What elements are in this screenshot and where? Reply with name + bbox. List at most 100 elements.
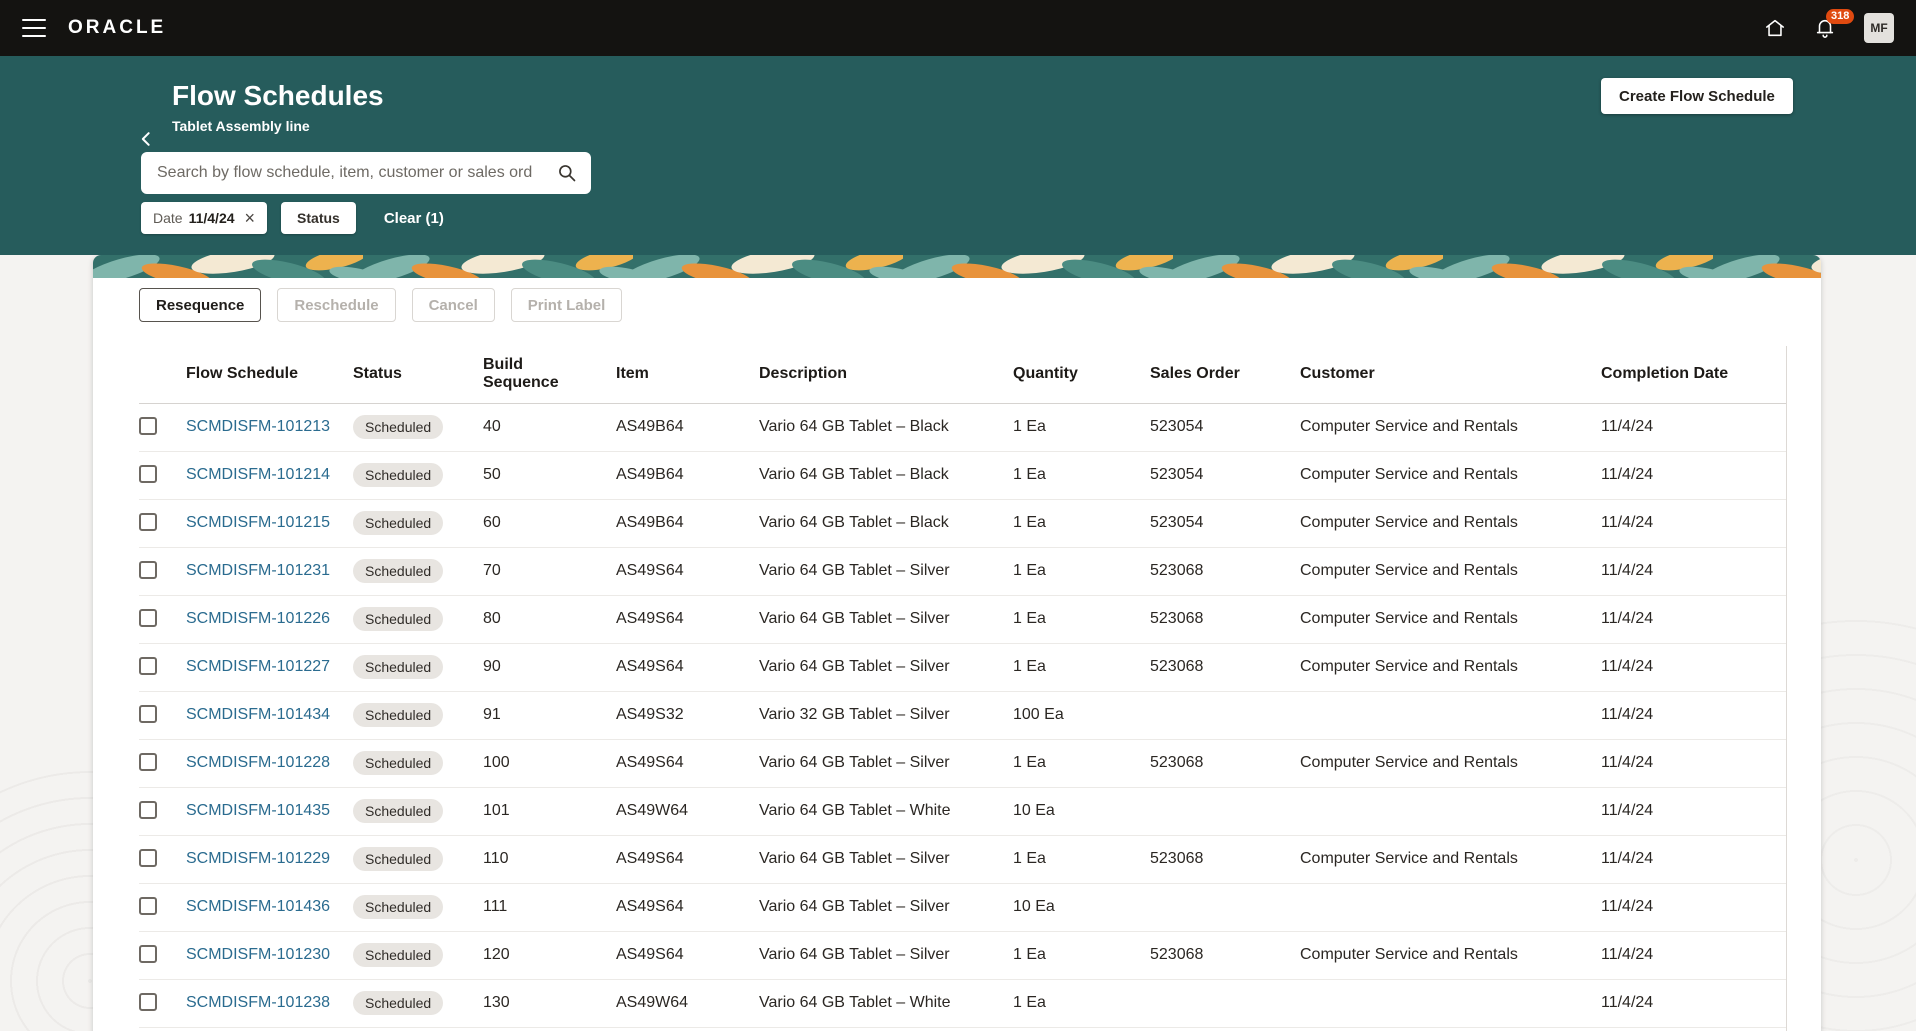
reschedule-button: Reschedule [277,288,395,322]
row-checkbox[interactable] [139,897,157,915]
column-header-customer: Customer [1300,346,1601,403]
cell-flow-schedule: SCMDISFM-101435 [186,787,353,835]
cell-description: Vario 64 GB Tablet – Silver [759,739,1013,787]
cell-select [139,403,186,451]
cell-item: AS49W64 [616,787,759,835]
hamburger-menu-button[interactable] [22,19,46,37]
table-row: SCMDISFM-101214 Scheduled 50 AS49B64 Var… [139,451,1787,499]
flow-schedule-link[interactable]: SCMDISFM-101228 [186,754,330,771]
row-checkbox[interactable] [139,561,157,579]
cell-status: Scheduled [353,835,483,883]
row-checkbox[interactable] [139,993,157,1011]
flow-schedule-link[interactable]: SCMDISFM-101231 [186,562,330,579]
status-badge: Scheduled [353,559,443,584]
cell-item: AS49S64 [616,883,759,931]
table-row: SCMDISFM-101230 Scheduled 120 AS49S64 Va… [139,931,1787,979]
topbar-actions: 318 MF [1764,13,1894,43]
table-row: SCMDISFM-101436 Scheduled 111 AS49S64 Va… [139,883,1787,931]
column-header-flow-schedule: Flow Schedule [186,346,353,403]
flow-schedule-link[interactable]: SCMDISFM-101230 [186,946,330,963]
table-body: SCMDISFM-101213 Scheduled 40 AS49B64 Var… [139,403,1787,1027]
flow-schedule-link[interactable]: SCMDISFM-101435 [186,802,330,819]
cell-quantity: 1 Ea [1013,403,1150,451]
table-row: SCMDISFM-101229 Scheduled 110 AS49S64 Va… [139,835,1787,883]
status-filter-chip[interactable]: Status [281,202,356,234]
flow-schedule-link[interactable]: SCMDISFM-101226 [186,610,330,627]
back-button[interactable] [137,129,157,149]
cell-description: Vario 64 GB Tablet – Silver [759,547,1013,595]
oracle-logo: ORACLE [68,17,166,39]
cell-select [139,643,186,691]
row-checkbox[interactable] [139,849,157,867]
cell-completion-date: 11/4/24 [1601,595,1787,643]
create-flow-schedule-button[interactable]: Create Flow Schedule [1601,78,1793,114]
flow-schedule-link[interactable]: SCMDISFM-101434 [186,706,330,723]
cell-build-sequence: 80 [483,595,616,643]
cell-sales-order [1150,883,1300,931]
flow-schedule-link[interactable]: SCMDISFM-101238 [186,994,330,1011]
cell-sales-order [1150,979,1300,1027]
cell-completion-date: 11/4/24 [1601,931,1787,979]
row-checkbox[interactable] [139,465,157,483]
cell-status: Scheduled [353,643,483,691]
row-checkbox[interactable] [139,753,157,771]
cell-customer: Computer Service and Rentals [1300,643,1601,691]
cell-status: Scheduled [353,979,483,1027]
cell-completion-date: 11/4/24 [1601,835,1787,883]
cell-item: AS49S64 [616,547,759,595]
row-checkbox[interactable] [139,657,157,675]
flow-schedule-link[interactable]: SCMDISFM-101436 [186,898,330,915]
column-header-description: Description [759,346,1013,403]
cell-build-sequence: 60 [483,499,616,547]
cell-completion-date: 11/4/24 [1601,691,1787,739]
date-chip-close-icon[interactable]: × [241,207,260,229]
row-checkbox[interactable] [139,609,157,627]
cell-completion-date: 11/4/24 [1601,451,1787,499]
table-row: SCMDISFM-101228 Scheduled 100 AS49S64 Va… [139,739,1787,787]
cell-flow-schedule: SCMDISFM-101227 [186,643,353,691]
cell-completion-date: 11/4/24 [1601,739,1787,787]
search-input[interactable] [141,164,553,182]
resequence-button[interactable]: Resequence [139,288,261,322]
column-header-item: Item [616,346,759,403]
cell-status: Scheduled [353,787,483,835]
row-checkbox[interactable] [139,801,157,819]
search-button[interactable] [553,163,591,183]
cell-description: Vario 64 GB Tablet – Silver [759,643,1013,691]
flow-schedule-link[interactable]: SCMDISFM-101214 [186,466,330,483]
cell-description: Vario 64 GB Tablet – Black [759,499,1013,547]
cell-status: Scheduled [353,595,483,643]
notifications-button[interactable]: 318 [1814,17,1836,39]
column-header-quantity: Quantity [1013,346,1150,403]
cell-customer: Computer Service and Rentals [1300,403,1601,451]
row-checkbox[interactable] [139,417,157,435]
cell-select [139,499,186,547]
date-chip-value: 11/4/24 [189,210,235,226]
table-row: SCMDISFM-101226 Scheduled 80 AS49S64 Var… [139,595,1787,643]
home-button[interactable] [1764,17,1786,39]
row-checkbox[interactable] [139,513,157,531]
cell-sales-order: 523068 [1150,547,1300,595]
flow-schedule-link[interactable]: SCMDISFM-101213 [186,418,330,435]
flow-schedule-link[interactable]: SCMDISFM-101227 [186,658,330,675]
date-filter-chip[interactable]: Date 11/4/24 × [141,202,267,234]
cell-build-sequence: 91 [483,691,616,739]
cancel-button: Cancel [412,288,495,322]
cell-completion-date: 11/4/24 [1601,403,1787,451]
user-avatar[interactable]: MF [1864,13,1894,43]
cell-quantity: 10 Ea [1013,883,1150,931]
home-icon [1764,17,1786,39]
table-row: SCMDISFM-101227 Scheduled 90 AS49S64 Var… [139,643,1787,691]
cell-item: AS49S64 [616,643,759,691]
row-checkbox[interactable] [139,945,157,963]
flow-schedule-link[interactable]: SCMDISFM-101229 [186,850,330,867]
clear-filters-link[interactable]: Clear (1) [384,210,444,227]
row-checkbox[interactable] [139,705,157,723]
column-header-status: Status [353,346,483,403]
vertical-scrollbar-track[interactable] [1786,346,1787,1031]
flow-schedule-link[interactable]: SCMDISFM-101215 [186,514,330,531]
cell-sales-order: 523068 [1150,835,1300,883]
cell-description: Vario 64 GB Tablet – Silver [759,883,1013,931]
cell-item: AS49B64 [616,451,759,499]
cell-sales-order: 523068 [1150,643,1300,691]
